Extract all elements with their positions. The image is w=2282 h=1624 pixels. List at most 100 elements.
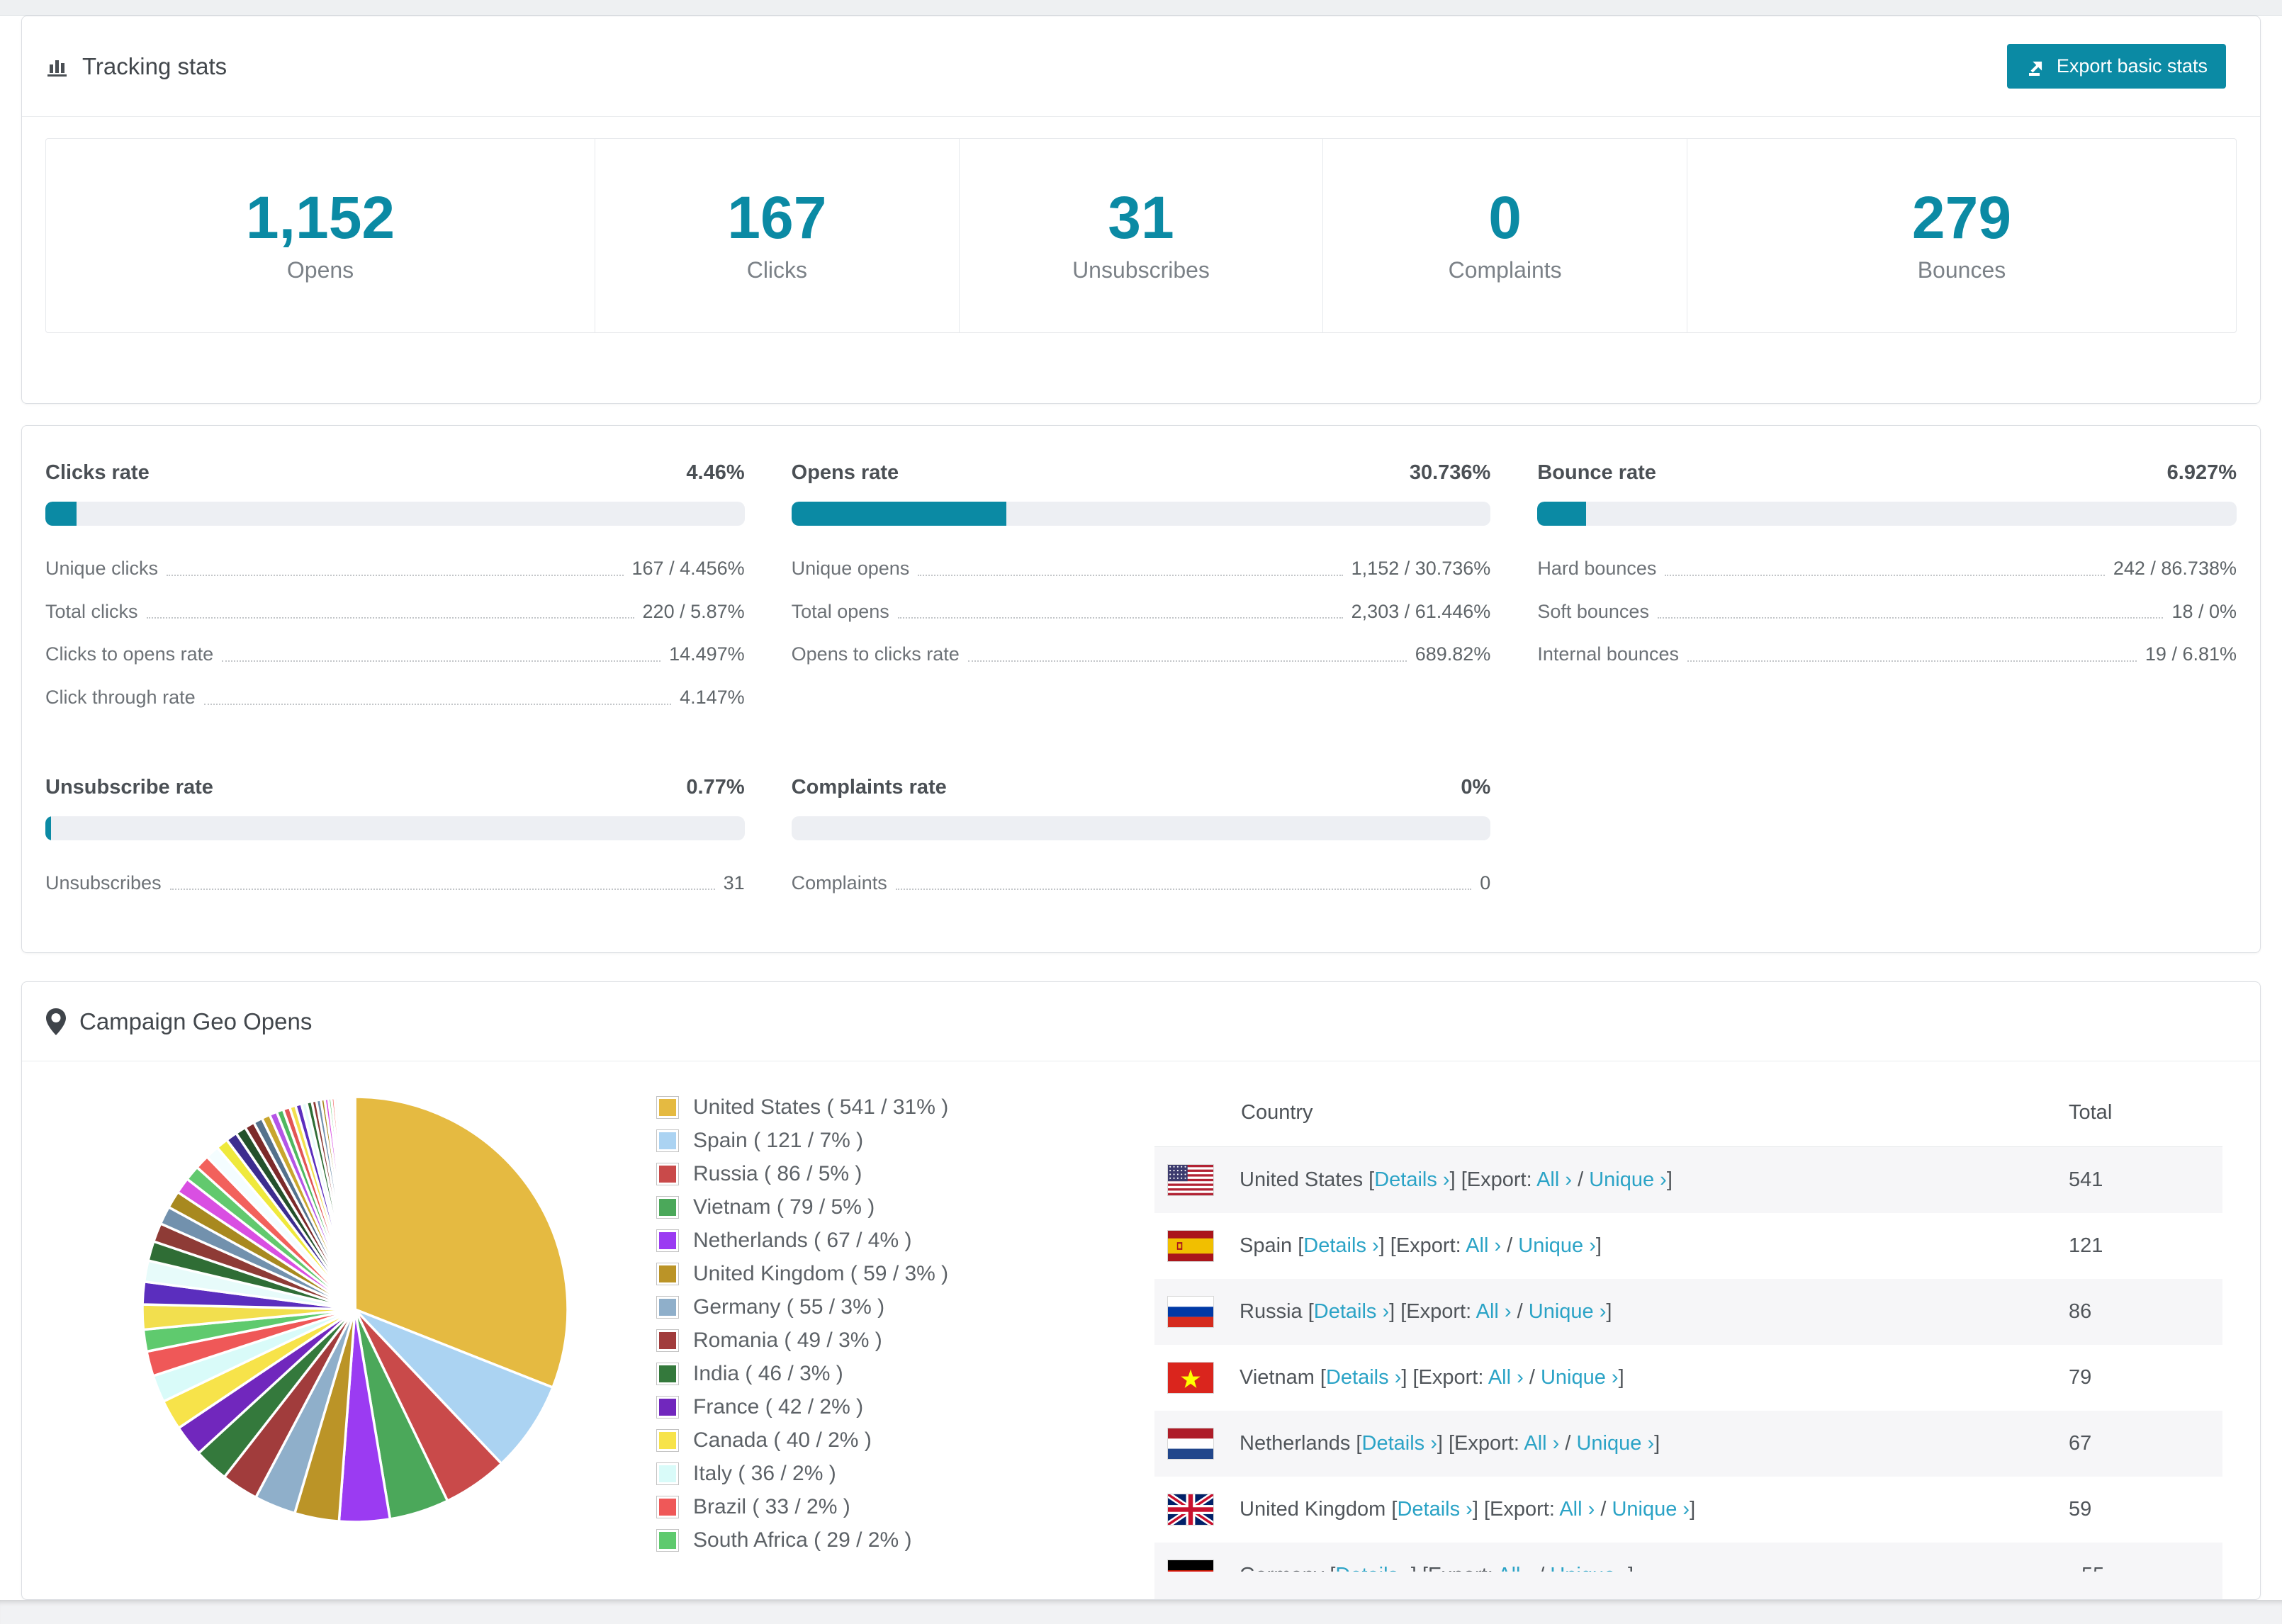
dotted-leader [1687, 660, 2137, 662]
progress-bar-fill [45, 502, 77, 526]
stat-label: Clicks [746, 257, 808, 283]
link-bracket-text: / [1501, 1234, 1519, 1257]
details-link-us[interactable]: Details › [1374, 1168, 1449, 1191]
export-unique-link-nl[interactable]: Unique › [1576, 1432, 1654, 1455]
rate-value: 6.927% [2166, 461, 2237, 484]
details-link-vn[interactable]: Details › [1326, 1366, 1401, 1389]
detail-label: Internal bounces [1537, 643, 1679, 665]
us-flag-icon [1167, 1164, 1214, 1196]
export-basic-stats-button[interactable]: Export basic stats [2006, 44, 2226, 89]
rates-card: Clicks rate 4.46% Unique clicks 167 / 4.456… [21, 425, 2261, 953]
dotted-leader [146, 617, 634, 619]
gb-flag-icon [1167, 1494, 1214, 1526]
details-link-de[interactable]: Details › [1335, 1564, 1410, 1572]
export-unique-link-ru[interactable]: Unique › [1529, 1300, 1607, 1323]
detail-value: 31 [723, 872, 745, 893]
rate-detail-row: Unsubscribes 31 [45, 872, 745, 894]
details-link-es[interactable]: Details › [1303, 1234, 1378, 1257]
legend-label: India ( 46 / 3% ) [693, 1362, 843, 1385]
export-unique-link-vn[interactable]: Unique › [1541, 1366, 1619, 1389]
details-link-gb[interactable]: Details › [1397, 1498, 1472, 1521]
rate-title: Bounce rate [1537, 461, 1656, 484]
progress-bar-complaints [791, 816, 1491, 840]
link-bracket-text: / [1559, 1432, 1577, 1455]
detail-label: Unsubscribes [45, 872, 162, 893]
rate-value: 4.46% [686, 461, 745, 484]
detail-value: 167 / 4.456% [631, 558, 745, 579]
dotted-leader [897, 617, 1343, 619]
legend-swatch-icon [656, 1096, 679, 1119]
legend-swatch-icon [656, 1163, 679, 1185]
rate-detail-row: Soft bounces 18 / 0% [1537, 600, 2237, 623]
ru-flag-icon [1167, 1296, 1214, 1328]
stat-value: 279 [1911, 184, 2012, 251]
tracking-stats-card: Tracking stats Export basic stats 1,152 O… [21, 16, 2261, 404]
detail-value: 14.497% [669, 643, 745, 665]
page-top-strip [0, 0, 2282, 16]
rate-panel-clicks: Clicks rate 4.46% Unique clicks 167 / 4.456… [45, 461, 745, 731]
rate-panel-unsubscribe: Unsubscribe rate 0.77% Unsubscribes 31 [45, 776, 745, 916]
page-bottom-strip [0, 1600, 2282, 1624]
link-bracket-text: ] [Export: [1389, 1300, 1476, 1323]
link-bracket-text: United States [ [1240, 1168, 1375, 1191]
geo-opens-body: United States ( 541 / 31% ) Spain ( 121 /… [22, 1061, 2260, 1599]
country-cell: Netherlands [Details ›] [Export: All › /… [1240, 1432, 1660, 1455]
legend-item: Italy ( 36 / 2% ) [656, 1462, 948, 1486]
country-cell: Spain [Details ›] [Export: All › / Uniqu… [1240, 1234, 1602, 1258]
total-cell: 59 [2069, 1498, 2092, 1521]
detail-label: Complaints [791, 872, 887, 893]
link-bracket-text: ] [Export: [1401, 1366, 1488, 1389]
rate-detail-row: Complaints 0 [791, 872, 1491, 894]
table-row-es: Spain [Details ›] [Export: All › / Uniqu… [1154, 1213, 2222, 1279]
rate-title: Unsubscribe rate [45, 775, 213, 799]
export-icon [2025, 56, 2047, 77]
export-all-link-nl[interactable]: All › [1524, 1432, 1559, 1455]
legend-swatch-icon [656, 1263, 679, 1285]
rate-panel-complaints: Complaints rate 0% Complaints 0 [791, 775, 1491, 916]
link-bracket-text: ] [Export: [1449, 1168, 1537, 1191]
rate-detail-row: Hard bounces 242 / 86.738% [1537, 558, 2237, 580]
detail-label: Click through rate [45, 687, 196, 709]
legend-swatch-icon [656, 1529, 679, 1552]
export-unique-link-es[interactable]: Unique › [1518, 1234, 1596, 1257]
export-all-link-vn[interactable]: All › [1488, 1366, 1524, 1389]
stat-value: 0 [1488, 184, 1522, 251]
country-cell: Germany [Details ›] [Export: All › / Uni… [1240, 1564, 1634, 1572]
legend-swatch-icon [656, 1129, 679, 1152]
export-all-link-de[interactable]: All › [1497, 1564, 1533, 1572]
progress-bar-opens [791, 502, 1491, 526]
column-header-country: Country [1241, 1100, 1313, 1124]
detail-label: Soft bounces [1537, 600, 1649, 622]
export-all-link-ru[interactable]: All › [1476, 1300, 1512, 1323]
total-cell: 541 [2069, 1168, 2103, 1191]
total-cell: 55 [2081, 1564, 2104, 1572]
legend-item: Canada ( 40 / 2% ) [656, 1428, 948, 1453]
link-bracket-text: ] [Export: [1437, 1432, 1524, 1455]
rate-value: 0% [1461, 775, 1491, 799]
dotted-leader [967, 660, 1407, 662]
legend-swatch-icon [656, 1363, 679, 1385]
details-link-nl[interactable]: Details › [1362, 1432, 1437, 1455]
legend-item: Netherlands ( 67 / 4% ) [656, 1229, 948, 1253]
rate-detail-row: Click through rate 4.147% [45, 687, 745, 709]
stat-value: 1,152 [245, 184, 395, 251]
tracking-stats-title: Tracking stats [82, 52, 227, 79]
legend-swatch-icon [656, 1396, 679, 1419]
table-row-gb: United Kingdom [Details ›] [Export: All … [1154, 1477, 2222, 1543]
export-unique-link-gb[interactable]: Unique › [1612, 1498, 1690, 1521]
link-bracket-text: United Kingdom [ [1240, 1498, 1398, 1521]
details-link-ru[interactable]: Details › [1314, 1300, 1389, 1323]
link-bracket-text: ] [1654, 1432, 1660, 1455]
export-unique-link-de[interactable]: Unique › [1550, 1564, 1628, 1572]
table-row-us: United States [Details ›] [Export: All ›… [1154, 1147, 2222, 1213]
export-unique-link-us[interactable]: Unique › [1589, 1168, 1667, 1191]
dashboard-page: Tracking stats Export basic stats 1,152 O… [0, 0, 2282, 1624]
dotted-leader [1657, 617, 2164, 619]
es-flag-icon [1167, 1230, 1214, 1262]
link-bracket-text: Spain [ [1240, 1234, 1304, 1257]
export-all-link-gb[interactable]: All › [1559, 1498, 1595, 1521]
export-all-link-es[interactable]: All › [1466, 1234, 1501, 1257]
stat-card-unsubscribes: 31 Unsubscribes [958, 139, 1323, 332]
summary-stats-box: 1,152 Opens 167 Clicks 31 Unsubscribes 0 Compla… [45, 138, 2237, 333]
export-all-link-us[interactable]: All › [1536, 1168, 1572, 1191]
